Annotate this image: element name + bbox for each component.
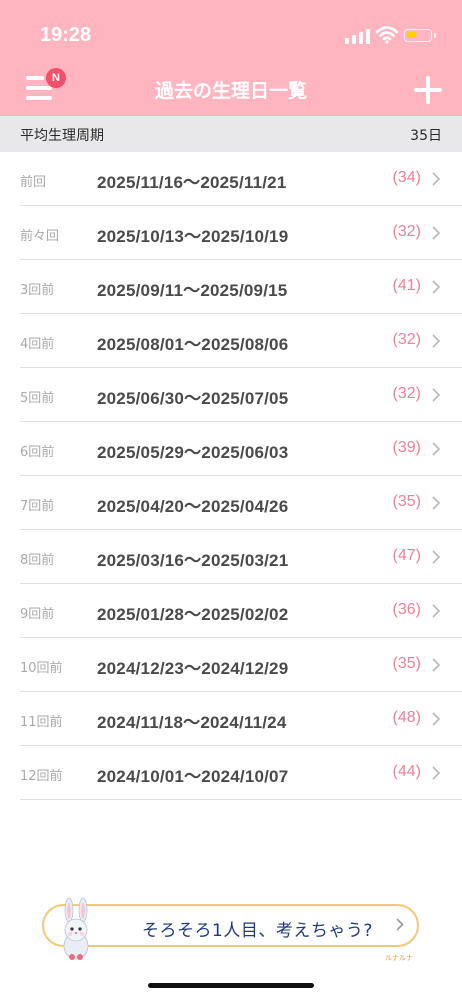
chevron-right-icon [396,918,404,931]
period-ordinal: 12回前 [20,769,63,784]
period-ordinal: 8回前 [20,553,55,568]
period-row[interactable]: 6回前 2025/05/29～2025/06/03 (39) [0,422,462,476]
chevron-right-icon [432,550,440,564]
chevron-right-icon [432,442,440,456]
promo-brand: ルナルナ [385,954,413,962]
period-row[interactable]: 4回前 2025/08/01～2025/08/06 (32) [0,314,462,368]
period-list: 前回 2025/11/16～2025/11/21 (34) 前々回 2025/1… [0,152,462,800]
cycle-days: (32) [392,331,421,348]
cycle-days: (39) [392,439,421,456]
chevron-right-icon [432,172,440,186]
cycle-days: (35) [392,655,421,672]
rabbit-mascot-icon [63,897,89,960]
period-date-range: 2025/06/30～2025/07/05 [97,389,289,408]
period-date-range: 2025/04/20～2025/04/26 [97,497,289,516]
cycle-days: (35) [392,493,421,510]
period-ordinal: 前回 [20,175,47,190]
period-date-range: 2025/01/28～2025/02/02 [97,605,289,624]
period-row[interactable]: 5回前 2025/06/30～2025/07/05 (32) [0,368,462,422]
period-row[interactable]: 8回前 2025/03/16～2025/03/21 (47) [0,530,462,584]
add-button[interactable] [414,76,442,104]
period-date-range: 2024/11/18～2024/11/24 [97,713,287,732]
period-ordinal: 11回前 [20,715,63,730]
chevron-right-icon [432,388,440,402]
cycle-days: (48) [392,709,421,726]
promo-banner[interactable]: そろそろ1人目、考えちゃう? ルナルナ [42,904,419,962]
period-row[interactable]: 10回前 2024/12/23～2024/12/29 (35) [0,638,462,692]
average-cycle-value: 35日 [410,128,442,144]
average-cycle-bar: 平均生理周期 35日 [0,116,462,152]
page-title: 過去の生理日一覧 [154,80,307,102]
chevron-right-icon [432,658,440,672]
period-date-range: 2025/03/16～2025/03/21 [97,551,289,570]
period-ordinal: 5回前 [20,391,55,406]
cycle-days: (47) [392,547,421,564]
period-date-range: 2025/10/13～2025/10/19 [97,227,289,246]
signal-icon [345,29,370,44]
row-divider [20,799,462,800]
period-row[interactable]: 7回前 2025/04/20～2025/04/26 (35) [0,476,462,530]
status-time: 19:28 [40,24,92,46]
period-date-range: 2024/10/01～2024/10/07 [97,767,289,786]
cycle-days: (34) [392,169,421,186]
chevron-right-icon [432,604,440,618]
promo-banner-text: そろそろ1人目、考えちゃう? [142,921,373,941]
chevron-right-icon [432,712,440,726]
period-ordinal: 6回前 [20,445,55,460]
cycle-days: (36) [392,601,421,618]
period-date-range: 2025/11/16～2025/11/21 [97,173,287,192]
chevron-right-icon [432,334,440,348]
cycle-days: (32) [392,223,421,240]
period-row[interactable]: 12回前 2024/10/01～2024/10/07 (44) [0,746,462,800]
period-row[interactable]: 3回前 2025/09/11～2025/09/15 (41) [0,260,462,314]
period-ordinal: 3回前 [20,283,55,298]
chevron-right-icon [432,766,440,780]
chevron-right-icon [432,226,440,240]
period-date-range: 2024/12/23～2024/12/29 [97,659,289,678]
app-header: 19:28 N 過去の生理日一覧 [0,0,462,116]
period-ordinal: 4回前 [20,337,55,352]
period-date-range: 2025/05/29～2025/06/03 [97,443,289,462]
home-indicator[interactable] [148,983,314,988]
cycle-days: (44) [392,763,421,780]
period-ordinal: 9回前 [20,607,55,622]
chevron-right-icon [432,280,440,294]
chevron-right-icon [432,496,440,510]
cycle-days: (41) [392,277,421,294]
cycle-days: (32) [392,385,421,402]
period-ordinal: 7回前 [20,499,55,514]
period-date-range: 2025/09/11～2025/09/15 [97,281,288,300]
period-date-range: 2025/08/01～2025/08/06 [97,335,289,354]
period-row[interactable]: 前回 2025/11/16～2025/11/21 (34) [0,152,462,206]
battery-icon [404,29,436,42]
period-ordinal: 10回前 [20,661,63,676]
wifi-icon [375,26,399,48]
period-row[interactable]: 前々回 2025/10/13～2025/10/19 (32) [0,206,462,260]
average-cycle-label: 平均生理周期 [20,128,104,144]
period-row[interactable]: 9回前 2025/01/28～2025/02/02 (36) [0,584,462,638]
period-row[interactable]: 11回前 2024/11/18～2024/11/24 (48) [0,692,462,746]
period-ordinal: 前々回 [20,229,60,244]
